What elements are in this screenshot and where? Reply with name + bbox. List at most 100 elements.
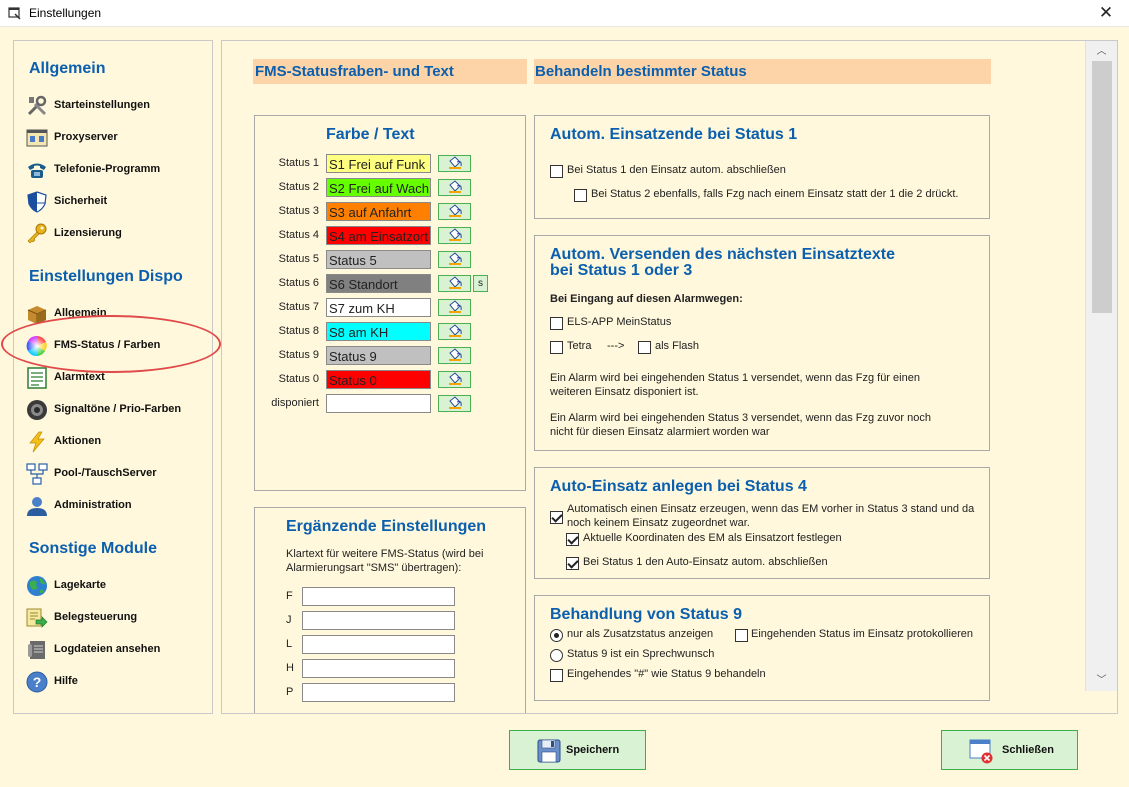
hash-status9-checkbox[interactable] [550, 669, 563, 682]
tetra-checkbox[interactable] [550, 341, 563, 354]
protokollieren-label: Eingehenden Status im Einsatz protokolli… [751, 628, 973, 640]
status-text-field[interactable]: S2 Frei auf Wach [326, 178, 431, 197]
title-bar: Einstellungen ✕ [0, 0, 1129, 27]
nav-item-belegsteuerung[interactable]: Belegsteuerung [25, 606, 205, 630]
vertical-scrollbar[interactable]: ︿ ﹀ [1085, 41, 1117, 691]
color-picker-button[interactable] [438, 179, 471, 196]
color-picker-button[interactable] [438, 323, 471, 340]
nav-item-starteinstellungen[interactable]: Starteinstellungen [25, 94, 205, 118]
status9-title: Behandlung von Status 9 [550, 606, 743, 623]
settings-navigation: Allgemein Starteinstellungen Proxyserver… [13, 40, 213, 714]
nav-item-label: Proxyserver [54, 131, 118, 143]
sprechwunsch-radio[interactable] [550, 649, 563, 662]
klartext-field-j[interactable] [302, 611, 455, 630]
color-picker-button[interactable] [438, 275, 471, 292]
status-text-field[interactable]: S7 zum KH [326, 298, 431, 317]
scroll-up-arrow-icon[interactable]: ︿ [1086, 43, 1117, 60]
status2-autoclose-checkbox[interactable] [574, 189, 587, 202]
versenden-title-line2: bei Status 1 oder 3 [550, 262, 693, 279]
status-label: Status 8 [278, 325, 319, 337]
klartext-field-f[interactable] [302, 587, 455, 606]
status-text-field[interactable]: S3 auf Anfahrt [326, 202, 431, 221]
status-text-field[interactable]: S4 am Einsatzort [326, 226, 431, 245]
status-text-field[interactable]: Status 9 [326, 346, 431, 365]
nav-item-allgemein[interactable]: Allgemein [25, 302, 205, 326]
status-text-field[interactable]: S1 Frei auf Funk [326, 154, 431, 173]
nav-item-label: Signaltöne / Prio-Farben [54, 403, 182, 415]
ergaenzende-desc-line1: Klartext für weitere FMS-Status (wird be… [286, 548, 484, 560]
nav-item-pool-tauschserver[interactable]: Pool-/TauschServer [25, 462, 205, 486]
nav-item-alarmtext[interactable]: Alarmtext [25, 366, 205, 390]
nav-item-label: Hilfe [54, 675, 78, 687]
nav-item-telefonie-programm[interactable]: Telefonie-Programm [25, 158, 205, 182]
auto-einsatz-abschliessen-label: Bei Status 1 den Auto-Einsatz autom. abs… [583, 556, 828, 568]
close-button[interactable]: Schließen [941, 730, 1078, 770]
status-s-button[interactable]: s [473, 275, 488, 292]
koordinaten-label: Aktuelle Koordinaten des EM als Einsatzo… [583, 532, 842, 544]
nav-item-sicherheit[interactable]: Sicherheit [25, 190, 205, 214]
versenden-subtitle: Bei Eingang auf diesen Alarmwegen: [550, 293, 743, 305]
color-picker-button[interactable] [438, 395, 471, 412]
nav-item-logdateien[interactable]: Logdateien ansehen [25, 638, 205, 662]
nav-item-signaltoene[interactable]: Signaltöne / Prio-Farben [25, 398, 205, 422]
klartext-field-l[interactable] [302, 635, 455, 654]
paint-bucket-icon [449, 204, 462, 217]
document-icon [27, 367, 47, 389]
status-row-0: Status 0 Status 0 [275, 370, 515, 390]
status-label: Status 3 [278, 205, 319, 217]
color-picker-button[interactable] [438, 251, 471, 268]
color-picker-button[interactable] [438, 299, 471, 316]
proxy-icon [26, 129, 48, 147]
els-app-checkbox[interactable] [550, 317, 563, 330]
status-row-3: Status 3 S3 auf Anfahrt [275, 202, 515, 222]
nav-item-administration[interactable]: Administration [25, 494, 205, 518]
close-window-icon [969, 739, 993, 764]
close-window-button[interactable]: ✕ [1083, 0, 1129, 27]
save-button[interactable]: Speichern [509, 730, 646, 770]
als-flash-checkbox[interactable] [638, 341, 651, 354]
auto-einsatz-checkbox[interactable] [550, 511, 563, 524]
status1-autoclose-checkbox[interactable] [550, 165, 563, 178]
status-text-field[interactable]: Status 0 [326, 370, 431, 389]
color-picker-button[interactable] [438, 155, 471, 172]
klartext-field-h[interactable] [302, 659, 455, 678]
scrollbar-thumb[interactable] [1092, 61, 1112, 313]
nav-section-allgemein: Allgemein [29, 60, 106, 77]
status-section-header: Behandeln bestimmter Status [534, 59, 991, 84]
status-text-field[interactable]: S8 am KH [326, 322, 431, 341]
status-label: Status 4 [278, 229, 319, 241]
nav-item-lagekarte[interactable]: Lagekarte [25, 574, 205, 598]
color-picker-button[interactable] [438, 227, 471, 244]
farbe-text-box: Farbe / Text Status 1 S1 Frei auf Funk S… [254, 115, 526, 491]
status-text-field[interactable] [326, 394, 431, 413]
zusatzstatus-radio[interactable] [550, 629, 563, 642]
paint-bucket-icon [449, 300, 462, 313]
help-icon: ? [26, 671, 48, 693]
settings-content-panel: FMS-Statusfraben- und Text Behandeln bes… [221, 40, 1118, 714]
save-button-label: Speichern [566, 744, 620, 756]
nav-item-aktionen[interactable]: Aktionen [25, 430, 205, 454]
nav-item-lizensierung[interactable]: Lizensierung [25, 222, 205, 246]
paint-bucket-icon [449, 228, 462, 241]
auto-einsatz-abschliessen-checkbox[interactable] [566, 557, 579, 570]
field-label-h: H [286, 662, 294, 674]
status-text-field[interactable]: Status 5 [326, 250, 431, 269]
color-picker-button[interactable] [438, 347, 471, 364]
protokollieren-checkbox[interactable] [735, 629, 748, 642]
scroll-down-arrow-icon[interactable]: ﹀ [1086, 672, 1117, 689]
nav-item-fms-status-farben[interactable]: FMS-Status / Farben [25, 334, 205, 358]
klartext-field-p[interactable] [302, 683, 455, 702]
status-label: Status 6 [278, 277, 319, 289]
close-icon[interactable]: ✕ [1099, 3, 1113, 22]
auto-einsatz-label-line1: Automatisch einen Einsatz erzeugen, wenn… [567, 503, 975, 515]
nav-item-proxyserver[interactable]: Proxyserver [25, 126, 205, 150]
field-label-p: P [286, 686, 294, 698]
koordinaten-checkbox[interactable] [566, 533, 579, 546]
status-text-field[interactable]: S6 Standort [326, 274, 431, 293]
nav-item-label: Belegsteuerung [54, 611, 138, 623]
color-picker-button[interactable] [438, 371, 471, 388]
color-picker-button[interactable] [438, 203, 471, 220]
ergaenzende-einstellungen-box: Ergänzende Einstellungen Klartext für we… [254, 507, 526, 713]
nav-item-hilfe[interactable]: ? Hilfe [25, 670, 205, 694]
tools-icon [27, 95, 47, 116]
